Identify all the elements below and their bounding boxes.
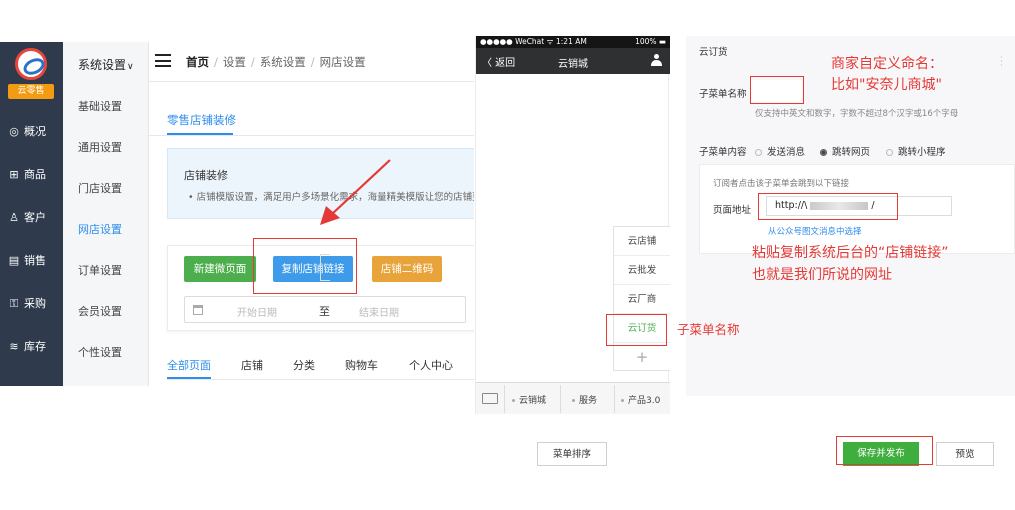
- user-icon: ♙: [9, 211, 19, 224]
- tab-cart[interactable]: 购物车: [345, 357, 378, 373]
- preview-button[interactable]: 预览: [936, 442, 994, 466]
- wechat-title-bar: 〈 返回 云销城: [476, 48, 670, 74]
- submenu-item[interactable]: 云厂商: [614, 285, 670, 314]
- keyboard-icon[interactable]: [482, 393, 498, 404]
- end-date-input[interactable]: 结束日期: [359, 304, 399, 319]
- nav-item-sales[interactable]: ▤ 销售: [0, 251, 63, 271]
- radio-icon: [886, 149, 893, 156]
- radio-jump-webpage[interactable]: 跳转网页: [820, 144, 870, 158]
- menu-item[interactable]: 产品3.0: [621, 393, 660, 406]
- hamburger-menu-icon[interactable]: [155, 54, 171, 67]
- nav-item-purchase[interactable]: ⚿ 采购: [0, 294, 63, 314]
- logo-icon: [15, 48, 47, 80]
- nav-item-products[interactable]: ⊞ 商品: [0, 165, 63, 185]
- left-nav: 云零售 ◎ 概况 ⊞ 商品 ♙ 客户 ▤ 销售 ⚿ 采购 ≋ 库存: [0, 42, 63, 386]
- nav-item-overview[interactable]: ◎ 概况: [0, 122, 63, 142]
- submenu-item[interactable]: 云批发: [614, 256, 670, 285]
- logo-text: 云零售: [8, 84, 54, 99]
- highlight-box-submenu: [606, 314, 667, 346]
- grid-icon: ⊞: [9, 168, 19, 181]
- config-title: 云订货: [699, 47, 728, 58]
- tab-store[interactable]: 店铺: [241, 357, 263, 373]
- sub-nav-item-online-store[interactable]: 网店设置: [78, 221, 122, 237]
- pick-from-articles-link[interactable]: 从公众号图文消息中选择: [768, 225, 862, 237]
- add-submenu-plus-icon[interactable]: +: [614, 343, 670, 371]
- admin-panel: 云零售 ◎ 概况 ⊞ 商品 ♙ 客户 ▤ 销售 ⚿ 采购 ≋ 库存 系统设置∨ 基础设置 通…: [0, 42, 474, 386]
- date-range-picker[interactable]: 开始日期 至 结束日期: [184, 296, 466, 323]
- tab-retail-store-decoration[interactable]: 零售店铺装修: [167, 112, 236, 128]
- highlight-box-name-input: [750, 76, 804, 104]
- dashboard-icon: ◎: [9, 125, 19, 138]
- sub-nav-item-store[interactable]: 门店设置: [78, 180, 122, 196]
- sub-nav-item-basic[interactable]: 基础设置: [78, 98, 122, 114]
- sub-nav: 系统设置∨ 基础设置 通用设置 门店设置 网店设置 订单设置 会员设置 个性设置: [63, 42, 149, 386]
- submenu-name-hint: 仅支持中英文和数字，字数不超过8个汉字或16个字母: [755, 109, 959, 119]
- sub-nav-title[interactable]: 系统设置∨: [78, 56, 134, 73]
- menu-item[interactable]: 云销城: [512, 393, 546, 406]
- submenu-name-label: 子菜单名称: [699, 89, 747, 100]
- breadcrumb-system-settings[interactable]: 系统设置: [260, 55, 306, 69]
- page-filter-tabs: 全部页面 店铺 分类 购物车 个人中心: [167, 357, 474, 381]
- custom-menu-bar: 云销城 服务 产品3.0: [476, 382, 670, 414]
- submenu-content-label: 子菜单内容: [699, 147, 747, 158]
- chevron-down-icon: ∨: [127, 62, 134, 72]
- carrier-text: ●●●●● WeChat ᯤ: [480, 37, 554, 46]
- info-title: 店铺装修: [184, 169, 228, 182]
- submenu-item[interactable]: 云店铺: [614, 227, 670, 256]
- submenu-popup: 云店铺 云批发 云厂商 云订货 +: [613, 226, 670, 371]
- date-range-separator: 至: [319, 305, 330, 318]
- page-url-label: 页面地址: [713, 205, 752, 216]
- breadcrumb-home[interactable]: 首页: [186, 55, 209, 69]
- radio-icon: [755, 149, 762, 156]
- phone-preview: ●●●●● WeChat ᯤ 1:21 AM 100% ▬ 〈 返回 云销城 云…: [475, 36, 670, 414]
- nav-item-customers[interactable]: ♙ 客户: [0, 208, 63, 228]
- tab-category[interactable]: 分类: [293, 357, 315, 373]
- breadcrumb-settings[interactable]: 设置: [223, 55, 246, 69]
- layers-icon: ≋: [9, 340, 19, 353]
- calendar-icon: [193, 305, 203, 315]
- annotation-submenu-name: 子菜单名称: [677, 322, 740, 337]
- nav-item-inventory[interactable]: ≋ 库存: [0, 337, 63, 357]
- battery-text: 100% ▬: [635, 37, 666, 46]
- breadcrumb: 首页 / 设置 / 系统设置 / 网店设置: [186, 55, 366, 69]
- menu-item[interactable]: 服务: [572, 393, 597, 406]
- status-bar: ●●●●● WeChat ᯤ 1:21 AM 100% ▬: [476, 36, 670, 48]
- radio-send-message[interactable]: 发送消息: [755, 144, 805, 158]
- sub-nav-item-member[interactable]: 会员设置: [78, 303, 122, 319]
- annotation-merchant-name: 商家自定义命名： 比如"安奈儿商城": [831, 56, 943, 93]
- sub-nav-item-order[interactable]: 订单设置: [78, 262, 122, 278]
- highlight-box-copy-link: [253, 238, 357, 294]
- tab-personal-center[interactable]: 个人中心: [409, 357, 453, 373]
- menu-sort-button[interactable]: 菜单排序: [537, 442, 607, 466]
- account-title: 云销城: [558, 59, 588, 70]
- divider: [149, 135, 474, 136]
- annotation-paste-link: 粘贴复制系统后台的“店铺链接” 也就是我们所说的网址: [752, 245, 949, 283]
- store-qr-code-button[interactable]: 店铺二维码: [372, 256, 442, 282]
- cart-icon: ⚿: [9, 297, 19, 310]
- logo[interactable]: 云零售: [8, 48, 54, 104]
- radio-jump-miniprogram[interactable]: 跳转小程序: [886, 144, 946, 158]
- highlight-box-publish: [836, 436, 933, 465]
- breadcrumb-online-store: 网店设置: [319, 55, 366, 69]
- clock-text: 1:21 AM: [556, 37, 587, 46]
- more-options-icon[interactable]: · · ·: [1000, 54, 1003, 71]
- divider: [167, 379, 474, 380]
- sub-nav-item-personal[interactable]: 个性设置: [78, 344, 122, 360]
- link-description: 订阅者点击该子菜单会跳到以下链接: [713, 179, 850, 189]
- new-micro-page-button[interactable]: 新建微页面: [184, 256, 256, 282]
- sub-nav-item-general[interactable]: 通用设置: [78, 139, 122, 155]
- document-icon: ▤: [8, 254, 20, 267]
- top-bar: 首页 / 设置 / 系统设置 / 网店设置: [149, 42, 474, 82]
- user-icon[interactable]: [651, 54, 662, 67]
- annotation-arrow-icon: [320, 159, 391, 225]
- tab-all-pages[interactable]: 全部页面: [167, 357, 211, 373]
- radio-checked-icon: [820, 149, 827, 156]
- highlight-box-url-input: [758, 193, 898, 220]
- start-date-input[interactable]: 开始日期: [237, 304, 277, 319]
